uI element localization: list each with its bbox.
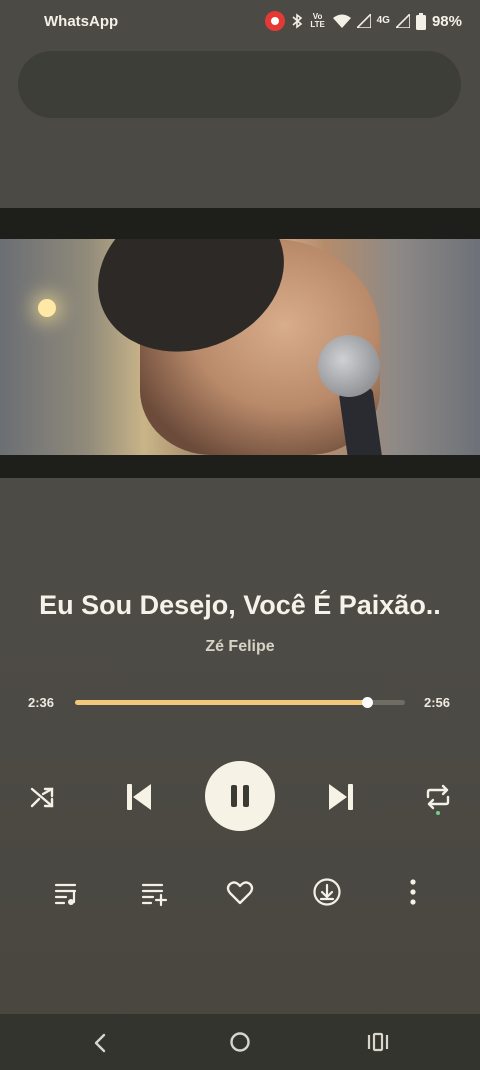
- like-button[interactable]: [222, 876, 258, 910]
- download-icon: [313, 878, 341, 906]
- pause-icon: [231, 785, 249, 807]
- wifi-icon: [332, 14, 351, 28]
- song-title: Eu Sou Desejo, Você É Paixão..: [39, 590, 441, 620]
- nav-back-button[interactable]: [86, 1030, 114, 1056]
- current-time: 2:36: [28, 695, 55, 710]
- more-options-button[interactable]: [400, 874, 426, 910]
- network-type-label: 4G: [376, 15, 390, 26]
- shuffle-button[interactable]: [24, 779, 60, 815]
- shuffle-icon: [30, 787, 54, 808]
- status-app-name: WhatsApp: [44, 13, 119, 30]
- queue-music-icon: [54, 883, 77, 905]
- skip-next-icon: [329, 784, 353, 810]
- skip-previous-icon: [127, 784, 151, 810]
- artist-name[interactable]: Zé Felipe: [0, 638, 480, 656]
- back-chevron-icon: [94, 1033, 106, 1053]
- nav-recents-button[interactable]: [364, 1029, 392, 1055]
- seek-bar[interactable]: [75, 700, 405, 705]
- signal-2-icon: [395, 14, 410, 28]
- download-button[interactable]: [309, 874, 345, 910]
- previous-button[interactable]: [118, 776, 160, 818]
- screen-record-icon: [264, 11, 285, 31]
- pause-button[interactable]: [205, 761, 275, 831]
- stage-light: [38, 299, 56, 317]
- repeat-active-indicator: [436, 811, 440, 815]
- total-time: 2:56: [424, 695, 451, 710]
- volte-label: Vo LTE: [310, 12, 325, 29]
- status-bar: WhatsApp Vo LTE 4G 98%: [0, 0, 480, 44]
- repeat-icon: [426, 784, 450, 810]
- more-vert-icon: [410, 879, 416, 905]
- next-button[interactable]: [320, 776, 362, 818]
- microphone-head: [318, 335, 380, 397]
- battery-percent: 98%: [431, 12, 462, 30]
- home-circle-icon: [230, 1032, 250, 1052]
- battery-icon: [415, 12, 426, 30]
- recents-icon: [367, 1032, 389, 1052]
- top-bar-pill[interactable]: [18, 51, 461, 118]
- video-thumbnail[interactable]: [0, 239, 480, 455]
- heart-icon: [226, 881, 254, 905]
- seek-bar-fill: [75, 700, 368, 705]
- system-nav-bar: [0, 1014, 480, 1070]
- music-player-screen: WhatsApp Vo LTE 4G 98% Eu Sou Desejo, Vo…: [0, 0, 480, 1070]
- queue-button[interactable]: [50, 876, 84, 910]
- playlist-add-icon: [141, 883, 168, 907]
- signal-icon: [356, 14, 371, 28]
- nav-home-button[interactable]: [226, 1028, 254, 1056]
- status-icons: Vo LTE 4G 98%: [264, 11, 462, 31]
- bluetooth-icon: [292, 13, 302, 29]
- add-to-playlist-button[interactable]: [137, 876, 171, 910]
- seek-thumb[interactable]: [362, 697, 374, 708]
- repeat-button[interactable]: [420, 779, 456, 815]
